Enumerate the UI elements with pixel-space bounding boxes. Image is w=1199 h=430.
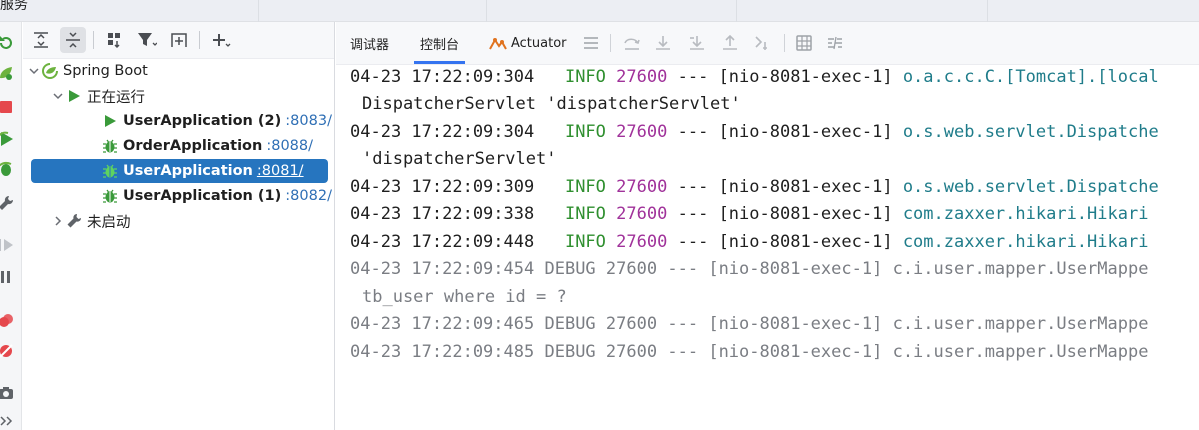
more-icon[interactable] bbox=[0, 412, 15, 430]
tree-item-user-application-1[interactable]: UserApplication (1) :8082/ bbox=[23, 184, 334, 208]
new-service-icon bbox=[171, 33, 187, 47]
toolbar-separator bbox=[610, 34, 611, 52]
tab-debugger[interactable]: 调试器 bbox=[350, 22, 389, 64]
group-by-button[interactable] bbox=[102, 27, 128, 53]
step-into-icon[interactable] bbox=[654, 34, 672, 52]
titlebar-divider bbox=[987, 0, 988, 22]
app-port-link[interactable]: :8083/ bbox=[285, 113, 332, 129]
debug-bug-icon bbox=[101, 162, 119, 180]
wrench-icon bbox=[65, 212, 83, 230]
rerun-icon[interactable] bbox=[0, 34, 15, 52]
tab-label: 控制台 bbox=[420, 37, 460, 53]
evaluate-icon[interactable] bbox=[795, 34, 813, 52]
app-name: UserApplication bbox=[123, 163, 253, 179]
tab-label: 调试器 bbox=[350, 37, 390, 53]
menu-icon[interactable] bbox=[582, 34, 600, 52]
log-line-continuation: DispatcherServlet 'dispatcherServlet' bbox=[362, 94, 741, 114]
tree-node-label: 未启动 bbox=[87, 214, 131, 231]
tree-item-user-application[interactable]: UserApplication :8081/ bbox=[31, 159, 328, 183]
tab-label: Actuator bbox=[511, 35, 567, 51]
spring-run-icon[interactable] bbox=[0, 64, 15, 82]
log-line: 04-23 17:22:09:338 INFO 27600 --- [nio-8… bbox=[350, 204, 1149, 224]
left-tool-strip bbox=[0, 22, 22, 430]
pause-icon[interactable] bbox=[0, 268, 15, 286]
toolbar-separator bbox=[784, 34, 785, 52]
trace-icon[interactable] bbox=[826, 34, 844, 52]
debug-bug-icon bbox=[101, 137, 119, 155]
tree-node-spring-boot[interactable]: Spring Boot bbox=[23, 59, 334, 83]
window-title-bar: 服务 bbox=[0, 0, 1199, 22]
app-port-link[interactable]: :8088/ bbox=[266, 138, 313, 154]
stop-icon[interactable] bbox=[0, 98, 15, 116]
collapse-all-icon bbox=[66, 32, 80, 48]
wrench-icon[interactable] bbox=[0, 194, 15, 212]
tree-node-label: 正在运行 bbox=[87, 89, 145, 106]
chevron-down-icon[interactable] bbox=[51, 91, 65, 101]
log-line-debug: 04-23 17:22:09:465 DEBUG 27600 --- [nio-… bbox=[350, 314, 1149, 334]
resume-icon[interactable] bbox=[0, 236, 15, 254]
breakpoints-icon[interactable] bbox=[0, 312, 15, 330]
run-icon bbox=[65, 87, 83, 105]
mute-breakpoints-icon[interactable] bbox=[0, 342, 15, 360]
force-step-into-icon[interactable] bbox=[688, 34, 706, 52]
titlebar-divider bbox=[258, 0, 259, 22]
console-tab-bar: 调试器 控制台 Actuator bbox=[336, 22, 1199, 65]
toolbar-separator bbox=[199, 31, 200, 49]
step-over-icon[interactable] bbox=[623, 34, 641, 52]
step-out-icon[interactable] bbox=[721, 34, 739, 52]
tab-console[interactable]: 控制台 bbox=[413, 22, 466, 64]
add-icon bbox=[213, 34, 231, 47]
actuator-icon bbox=[489, 38, 507, 50]
log-line-debug: 04-23 17:22:09:485 DEBUG 27600 --- [nio-… bbox=[350, 342, 1149, 362]
filter-button[interactable] bbox=[134, 27, 160, 53]
log-line-debug: 04-23 17:22:09:454 DEBUG 27600 --- [nio-… bbox=[350, 259, 1149, 279]
tree-node-running[interactable]: 正在运行 bbox=[23, 84, 334, 108]
tree-node-not-started[interactable]: 未启动 bbox=[23, 209, 334, 233]
app-name: UserApplication (2) bbox=[123, 113, 282, 129]
titlebar-divider bbox=[486, 0, 487, 22]
tab-actuator[interactable]: Actuator bbox=[488, 22, 567, 64]
new-service-button[interactable] bbox=[166, 27, 192, 53]
app-name: OrderApplication bbox=[123, 138, 263, 154]
console-output[interactable]: 04-23 17:22:09:304 INFO 27600 --- [nio-8… bbox=[336, 64, 1199, 430]
filter-icon bbox=[138, 33, 157, 46]
expand-all-button[interactable] bbox=[28, 27, 54, 53]
window-title: 服务 bbox=[0, 0, 28, 13]
spring-boot-icon bbox=[41, 62, 59, 80]
log-line-continuation: tb_user where id = ? bbox=[362, 287, 567, 307]
log-line: 04-23 17:22:09:304 INFO 27600 --- [nio-8… bbox=[350, 67, 1159, 87]
services-tree-panel: Spring Boot 正在运行 UserApplication (2) :80… bbox=[23, 22, 335, 430]
debug-icon[interactable] bbox=[0, 160, 15, 178]
chevron-right-icon[interactable] bbox=[51, 216, 65, 226]
chevron-down-icon[interactable] bbox=[27, 66, 41, 76]
tree-item-order-application[interactable]: OrderApplication :8088/ bbox=[23, 134, 334, 158]
tree-toolbar bbox=[23, 22, 334, 59]
log-line: 04-23 17:22:09:309 INFO 27600 --- [nio-8… bbox=[350, 177, 1159, 197]
console-panel: 调试器 控制台 Actuator 04-23 17:22:09:304 INFO… bbox=[336, 22, 1199, 430]
debug-bug-icon bbox=[101, 187, 119, 205]
log-line: 04-23 17:22:09:304 INFO 27600 --- [nio-8… bbox=[350, 122, 1159, 142]
expand-all-icon bbox=[34, 32, 48, 48]
run-icon bbox=[101, 112, 119, 130]
run-icon[interactable] bbox=[0, 130, 15, 148]
run-to-cursor-icon[interactable] bbox=[754, 34, 772, 52]
app-port-link[interactable]: :8081/ bbox=[257, 163, 304, 179]
log-line-continuation: 'dispatcherServlet' bbox=[362, 149, 557, 169]
titlebar-divider bbox=[736, 0, 737, 22]
tree-node-label: Spring Boot bbox=[63, 63, 148, 79]
app-port-link[interactable]: :8082/ bbox=[285, 188, 332, 204]
toolbar-separator bbox=[93, 31, 94, 49]
app-name: UserApplication (1) bbox=[123, 188, 282, 204]
add-service-button[interactable] bbox=[208, 27, 234, 53]
group-icon bbox=[108, 33, 120, 49]
log-line: 04-23 17:22:09:448 INFO 27600 --- [nio-8… bbox=[350, 232, 1149, 252]
camera-icon[interactable] bbox=[0, 384, 15, 402]
tree-item-user-application-2[interactable]: UserApplication (2) :8083/ bbox=[23, 109, 334, 133]
collapse-all-button[interactable] bbox=[60, 27, 86, 53]
